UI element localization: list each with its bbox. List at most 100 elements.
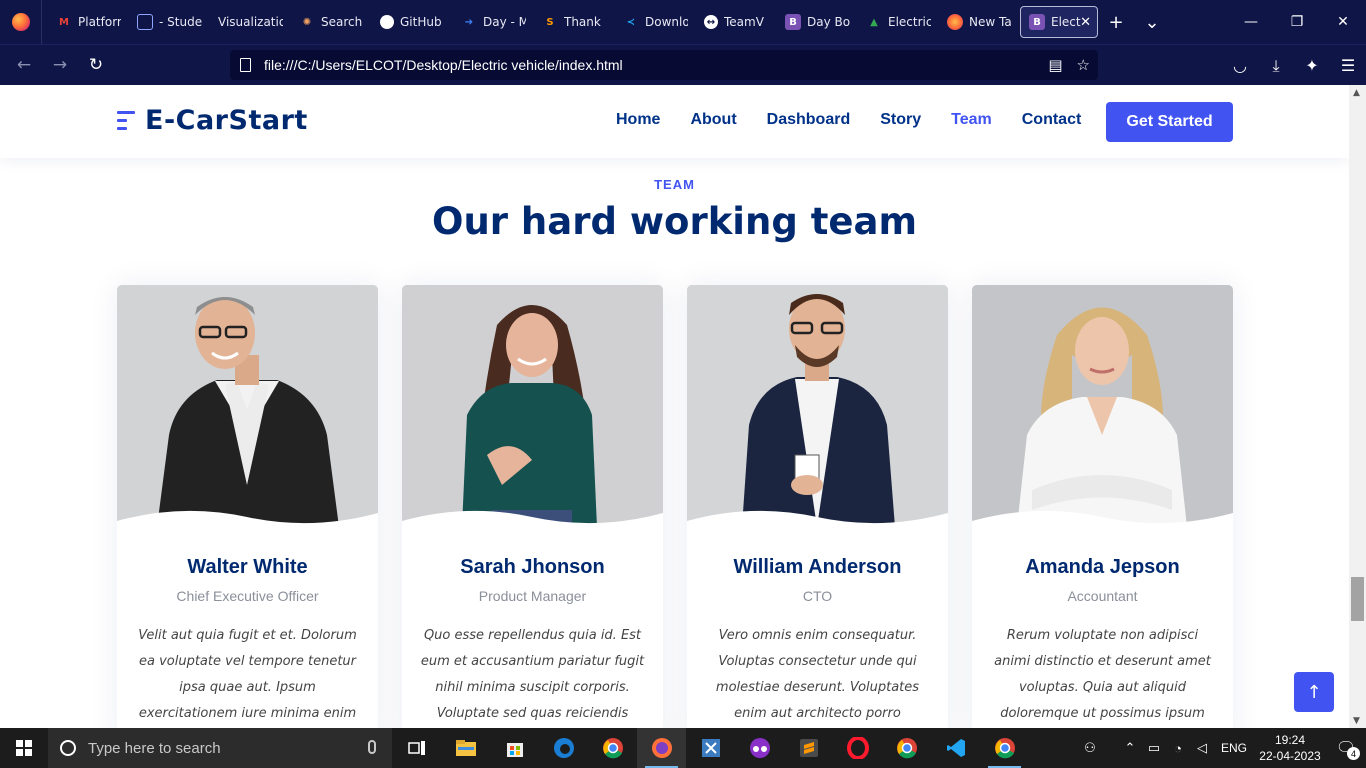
toolbar-actions: ◡ ⤓ ✦ ☰ [1222, 45, 1366, 86]
action-center-button[interactable]: 🗨 4 [1326, 738, 1366, 760]
opera-icon[interactable] [833, 728, 882, 768]
snipping-icon[interactable] [686, 728, 735, 768]
browser-tab-bar: MPlatform - Student Visualization ✺Searc… [0, 0, 1366, 44]
member-role: CTO [802, 588, 833, 604]
tab[interactable]: - Student [129, 6, 210, 38]
close-tab-icon[interactable]: ✕ [1080, 15, 1091, 30]
sublime-icon: S [546, 16, 554, 28]
member-bio: Rerum voluptate non adipisci animi disti… [994, 628, 1211, 721]
nav-team[interactable]: Team [936, 111, 1007, 129]
member-bio: Quo esse repellendus quia id. Est eum et… [420, 628, 645, 721]
pinned-apps [392, 728, 1029, 768]
reload-button[interactable]: ↻ [78, 49, 114, 81]
tab[interactable]: New Ta [939, 6, 1020, 38]
list-all-tabs-button[interactable]: ⌄ [1134, 6, 1170, 38]
team-member-card: Walter White Chief Executive Officer Vel… [117, 285, 378, 728]
nav-story[interactable]: Story [865, 111, 936, 129]
clock[interactable]: 19:24 22-04-2023 [1254, 732, 1326, 764]
nav-contact[interactable]: Contact [1007, 111, 1097, 129]
downloads-icon[interactable]: ⤓ [1258, 45, 1294, 86]
restore-button[interactable]: ❐ [1274, 0, 1320, 44]
tab[interactable]: ≺ Downlo [615, 6, 696, 38]
battery-icon[interactable]: ▭ [1142, 740, 1166, 756]
bootstrap-icon: B [1029, 14, 1045, 30]
tab[interactable]: Visualization [210, 6, 291, 38]
nav-home[interactable]: Home [601, 111, 675, 129]
tab[interactable]: S Thank [534, 6, 615, 38]
member-photo [117, 285, 378, 527]
wave-divider [972, 510, 1233, 527]
taskbar-search[interactable]: Type here to search [48, 728, 392, 768]
team-grid: Walter White Chief Executive Officer Vel… [117, 285, 1233, 728]
page-info-icon[interactable] [240, 58, 251, 72]
tab[interactable]: B Day Bo [777, 6, 858, 38]
firefox-icon [947, 14, 963, 30]
language-indicator[interactable]: ENG [1214, 741, 1254, 755]
scroll-thumb[interactable] [1351, 577, 1364, 621]
search-placeholder[interactable]: Type here to search [88, 740, 221, 757]
clock-time: 19:24 [1274, 733, 1306, 747]
new-tab-button[interactable]: + [1098, 6, 1134, 38]
generic-page-icon [137, 14, 153, 30]
member-name: William Anderson [733, 556, 902, 578]
sublime-icon[interactable] [784, 728, 833, 768]
extensions-icon[interactable]: ✦ [1294, 45, 1330, 86]
volume-icon[interactable]: ◁ [1190, 740, 1214, 756]
forward-button[interactable]: → [42, 49, 78, 81]
firefox-icon[interactable] [637, 728, 686, 768]
member-name: Amanda Jepson [1025, 556, 1180, 578]
hamburger-menu-icon[interactable]: ☰ [1330, 45, 1366, 86]
dayjs-icon: ➔ [464, 16, 474, 28]
tab[interactable]: GitHub [372, 6, 453, 38]
people-icon[interactable]: ⚇ [1078, 740, 1102, 756]
microphone-icon[interactable] [368, 740, 376, 754]
start-button[interactable] [0, 728, 48, 768]
scroll-up-icon[interactable]: ▲ [1353, 88, 1360, 98]
vscode-icon[interactable] [931, 728, 980, 768]
edge-icon[interactable] [539, 728, 588, 768]
tab[interactable]: ▲ Electric [858, 6, 939, 38]
tab[interactable]: MPlatform [48, 6, 129, 38]
wave-divider [402, 510, 663, 527]
tab-active[interactable]: B Elect ✕ [1020, 6, 1098, 38]
incognito-icon[interactable] [735, 728, 784, 768]
reader-view-icon[interactable]: ▤ [1048, 56, 1062, 74]
file-explorer-icon[interactable] [441, 728, 490, 768]
firefox-view-button[interactable] [0, 0, 42, 44]
pocket-icon[interactable]: ◡ [1222, 45, 1258, 86]
brand-name: E-CarStart [145, 105, 308, 136]
back-button[interactable]: ← [6, 49, 42, 81]
show-hidden-icons-icon[interactable]: ⌃ [1118, 740, 1142, 756]
close-window-button[interactable]: ✕ [1320, 0, 1366, 44]
tab[interactable]: ✺ Search [291, 6, 372, 38]
tab[interactable]: ↔ TeamV [696, 6, 777, 38]
scroll-down-icon[interactable]: ▼ [1353, 716, 1360, 726]
chrome-icon[interactable] [588, 728, 637, 768]
tab-strip: MPlatform - Student Visualization ✺Searc… [42, 0, 1170, 44]
wave-divider [687, 510, 948, 527]
bookmark-star-icon[interactable]: ☆ [1077, 56, 1090, 74]
wifi-icon[interactable]: ◔ [1166, 741, 1190, 756]
nav-about[interactable]: About [675, 111, 751, 129]
url-bar[interactable]: file:///C:/Users/ELCOT/Desktop/Electric … [230, 50, 1098, 80]
url-text[interactable]: file:///C:/Users/ELCOT/Desktop/Electric … [264, 57, 623, 73]
chrome-profile-icon[interactable] [980, 728, 1029, 768]
tab[interactable]: ➔ Day - M [453, 6, 534, 38]
chrome-icon[interactable] [882, 728, 931, 768]
logo-lines-icon [117, 108, 137, 134]
minimize-button[interactable]: — [1228, 0, 1274, 44]
section-label: TEAM [654, 177, 695, 192]
task-view-icon[interactable] [392, 728, 441, 768]
site-logo[interactable]: E-CarStart [117, 105, 308, 136]
page-scrollbar[interactable]: ▲ ▼ [1349, 85, 1366, 728]
store-icon[interactable] [490, 728, 539, 768]
member-role: Chief Executive Officer [176, 588, 319, 604]
windows-taskbar: Type here to search ⚇ ⌃ ▭ ◔ ◁ ENG 19:24 … [0, 728, 1366, 768]
bootstrap-icon: B [785, 14, 801, 30]
main-nav: Home About Dashboard Story Team Contact [601, 111, 1096, 129]
nav-dashboard[interactable]: Dashboard [752, 111, 866, 129]
get-started-button[interactable]: Get Started [1106, 102, 1233, 142]
wave-divider [117, 510, 378, 527]
back-to-top-button[interactable]: ↑ [1294, 672, 1334, 712]
team-member-card: William Anderson CTO Vero omnis enim con… [687, 285, 948, 728]
